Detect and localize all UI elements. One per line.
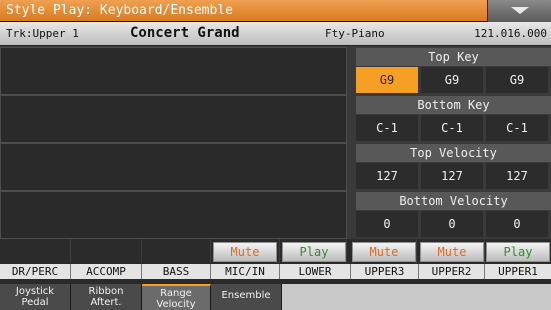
tab-range-velocity[interactable]: Range Velocity [142, 284, 211, 310]
track-label-upper3: UPPER3 [351, 264, 419, 279]
tab-label-line: Aftert. [90, 297, 122, 308]
mute-button-upper2[interactable]: Mute [420, 242, 484, 262]
top-velocity-upper3[interactable]: 127 [356, 163, 418, 189]
track-label-accomp: ACCOMP [71, 264, 142, 279]
top-velocity-header: Top Velocity [356, 144, 551, 162]
play-button-lower[interactable]: Play [282, 242, 346, 262]
bottom-key-upper2[interactable]: C-1 [421, 115, 483, 141]
tab-ribbon-aftertouch[interactable]: Ribbon Aftert. [71, 284, 142, 310]
mute-slot-mic-in: Mute [211, 239, 280, 263]
tab-label-line: Joystick [15, 286, 55, 297]
mute-button-mic-in[interactable]: Mute [213, 242, 277, 262]
bottom-key-upper1[interactable]: C-1 [486, 115, 548, 141]
track-label-dr-perc: DR/PERC [0, 264, 71, 279]
mute-slot-lower: Play [280, 239, 347, 263]
track-label-bass: BASS [142, 264, 211, 279]
sound-bank: Fty-Piano [325, 27, 385, 40]
top-key-upper2[interactable]: G9 [421, 67, 483, 93]
tabs-filler [282, 284, 551, 310]
mute-slot-bass [142, 239, 211, 263]
mute-slot-upper1: Play [485, 239, 551, 263]
empty-row [0, 47, 347, 95]
empty-row [0, 143, 347, 191]
page-menu-button[interactable] [487, 0, 551, 22]
top-velocity-upper2[interactable]: 127 [421, 163, 483, 189]
track-name: Trk:Upper 1 [6, 27, 79, 40]
mute-button-upper3[interactable]: Mute [352, 242, 416, 262]
sound-address: 121.016.000 [474, 27, 547, 40]
bottom-velocity-upper2[interactable]: 0 [421, 211, 483, 237]
top-velocity-upper1[interactable]: 127 [486, 163, 548, 189]
mute-slot-accomp [71, 239, 142, 263]
bottom-velocity-upper1[interactable]: 0 [486, 211, 548, 237]
tab-ensemble[interactable]: Ensemble [211, 284, 282, 310]
inactive-tracks-area [0, 47, 347, 239]
chevron-down-icon [511, 7, 529, 14]
mute-slot-upper2: Mute [419, 239, 485, 263]
play-button-upper1[interactable]: Play [486, 242, 550, 262]
page-title-bar: Style Play: Keyboard/Ensemble [0, 0, 551, 22]
sound-name: Concert Grand [130, 25, 240, 41]
track-label-upper2: UPPER2 [419, 264, 485, 279]
bottom-key-header: Bottom Key [356, 96, 551, 114]
mute-slot-dr-perc [0, 239, 71, 263]
tab-label-line: Ribbon [88, 286, 124, 297]
bottom-key-upper3[interactable]: C-1 [356, 115, 418, 141]
tab-label-line: Range [160, 288, 192, 299]
page-tabs: Joystick Pedal Ribbon Aftert. Range Velo… [0, 284, 551, 310]
track-info-bar[interactable]: Trk:Upper 1 Concert Grand Fty-Piano 121.… [0, 22, 551, 46]
tab-joystick-pedal[interactable]: Joystick Pedal [0, 284, 71, 310]
tab-label-line: Velocity [156, 299, 196, 310]
empty-row [0, 191, 347, 239]
track-label-mic-in: MIC/IN [211, 264, 280, 279]
bottom-velocity-upper3[interactable]: 0 [356, 211, 418, 237]
track-label-upper1: UPPER1 [485, 264, 551, 279]
top-key-upper1[interactable]: G9 [486, 67, 548, 93]
tab-label-line: Pedal [21, 297, 49, 308]
bottom-velocity-header: Bottom Velocity [356, 192, 551, 210]
empty-row [0, 95, 347, 143]
track-label-lower: LOWER [280, 264, 351, 279]
mute-slot-upper3: Mute [351, 239, 417, 263]
tab-label-line: Ensemble [221, 290, 271, 301]
top-key-header: Top Key [356, 48, 551, 66]
page-title: Style Play: Keyboard/Ensemble [6, 3, 233, 18]
top-key-upper3[interactable]: G9 [356, 67, 418, 93]
